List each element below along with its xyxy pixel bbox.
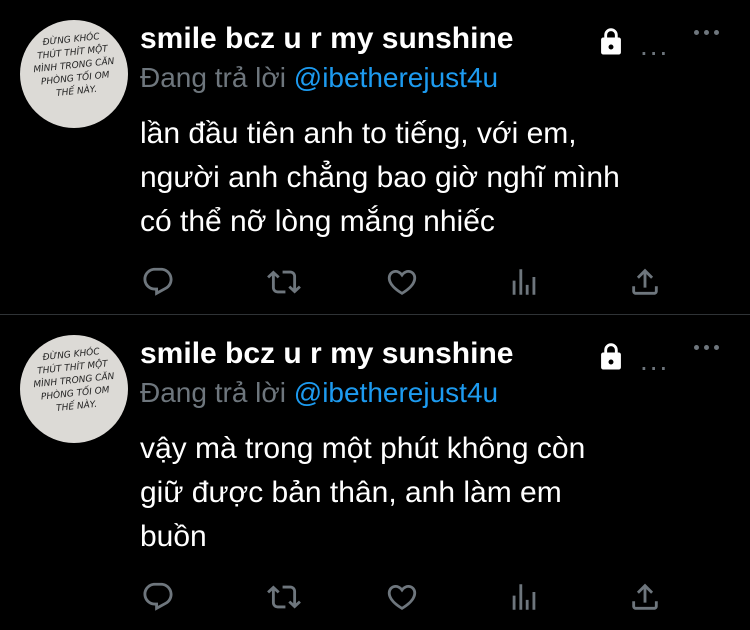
like-icon[interactable] <box>385 580 419 614</box>
author-name[interactable]: smile bcz u r my sunshine <box>140 22 513 56</box>
reply-handle-link[interactable]: @ibetherejust4u <box>294 377 498 408</box>
reply-prefix: Đang trả lời <box>140 377 286 408</box>
tweet-text-line: giữ được bản thân, anh làm em <box>140 476 562 509</box>
tweet[interactable]: ĐỪNG KHÓC THÚT THÍT MỘT MÌNH TRONG CĂN P… <box>0 315 750 630</box>
reply-icon[interactable] <box>141 580 175 614</box>
share-icon[interactable] <box>628 265 662 299</box>
avatar[interactable]: ĐỪNG KHÓC THÚT THÍT MỘT MÌNH TRONG CĂN P… <box>20 335 128 443</box>
reply-context: Đang trả lời @ibetherejust4u <box>140 377 498 409</box>
reply-context: Đang trả lời @ibetherejust4u <box>140 62 498 94</box>
tweet-text-line: vậy mà trong một phút không còn <box>140 432 586 465</box>
tweet-text-line: có thể nỡ lòng mắng nhiếc <box>140 205 495 238</box>
author-name[interactable]: smile bcz u r my sunshine <box>140 337 513 371</box>
retweet-icon[interactable] <box>267 580 301 614</box>
tweet[interactable]: ĐỪNG KHÓC THÚT THÍT MỘT MÌNH TRONG CĂN P… <box>0 0 750 314</box>
reply-icon[interactable] <box>141 265 175 299</box>
like-icon[interactable] <box>385 265 419 299</box>
truncation-ellipsis: ... <box>640 345 670 376</box>
lock-icon <box>594 339 628 373</box>
avatar-text: ĐỪNG KHÓC THÚT THÍT MỘT MÌNH TRONG CĂN P… <box>32 347 115 414</box>
reply-handle-link[interactable]: @ibetherejust4u <box>294 62 498 93</box>
more-horizontal-icon[interactable] <box>694 345 722 355</box>
more-horizontal-icon[interactable] <box>694 30 722 40</box>
analytics-icon[interactable] <box>507 265 541 299</box>
lock-icon <box>594 24 628 58</box>
analytics-icon[interactable] <box>507 580 541 614</box>
reply-prefix: Đang trả lời <box>140 62 286 93</box>
share-icon[interactable] <box>628 580 662 614</box>
retweet-icon[interactable] <box>267 265 301 299</box>
tweet-text: vậy mà trong một phút không còn giữ được… <box>140 427 740 559</box>
tweet-text-line: buồn <box>140 520 207 553</box>
truncation-ellipsis: ... <box>640 30 670 61</box>
tweet-text: lần đầu tiên anh to tiếng, với em, người… <box>140 112 740 244</box>
tweet-text-line: lần đầu tiên anh to tiếng, với em, <box>140 117 577 150</box>
avatar[interactable]: ĐỪNG KHÓC THÚT THÍT MỘT MÌNH TRONG CĂN P… <box>20 20 128 128</box>
avatar-text: ĐỪNG KHÓC THÚT THÍT MỘT MÌNH TRONG CĂN P… <box>32 32 115 99</box>
tweet-text-line: người anh chẳng bao giờ nghĩ mình <box>140 161 620 194</box>
